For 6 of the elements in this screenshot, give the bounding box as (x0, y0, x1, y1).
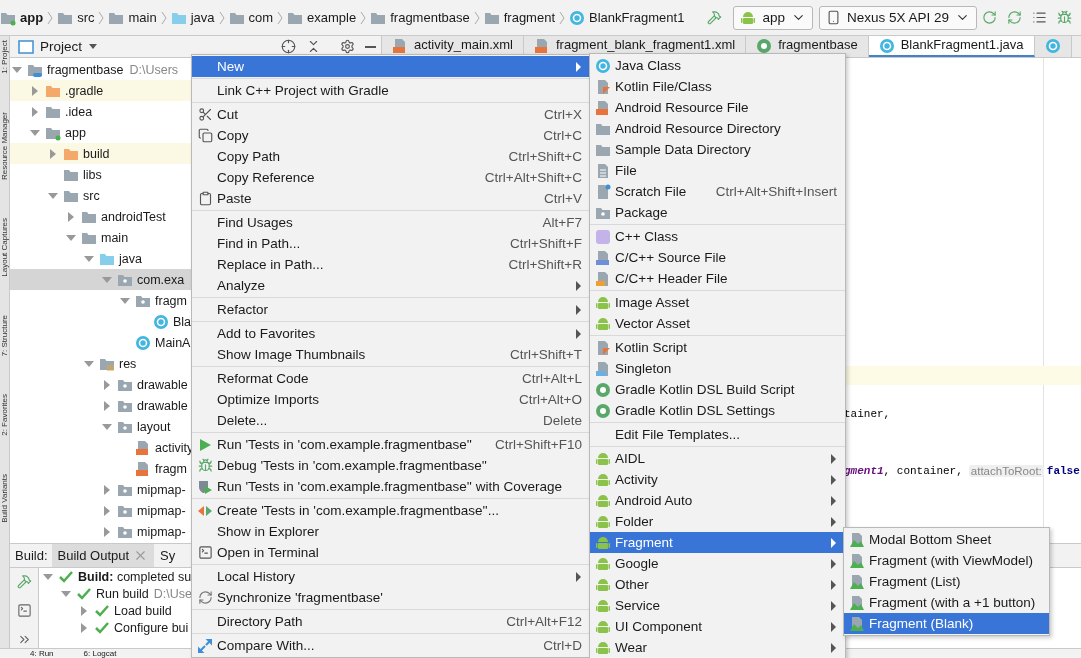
code-text: tainer, (844, 407, 891, 420)
code-text: gment1 (844, 464, 884, 477)
panel-title: Build: (14, 548, 49, 563)
code-text: false (1046, 464, 1080, 477)
code-text: , container, (883, 464, 963, 477)
inlay-hint: attachToRoot: (968, 464, 1044, 477)
